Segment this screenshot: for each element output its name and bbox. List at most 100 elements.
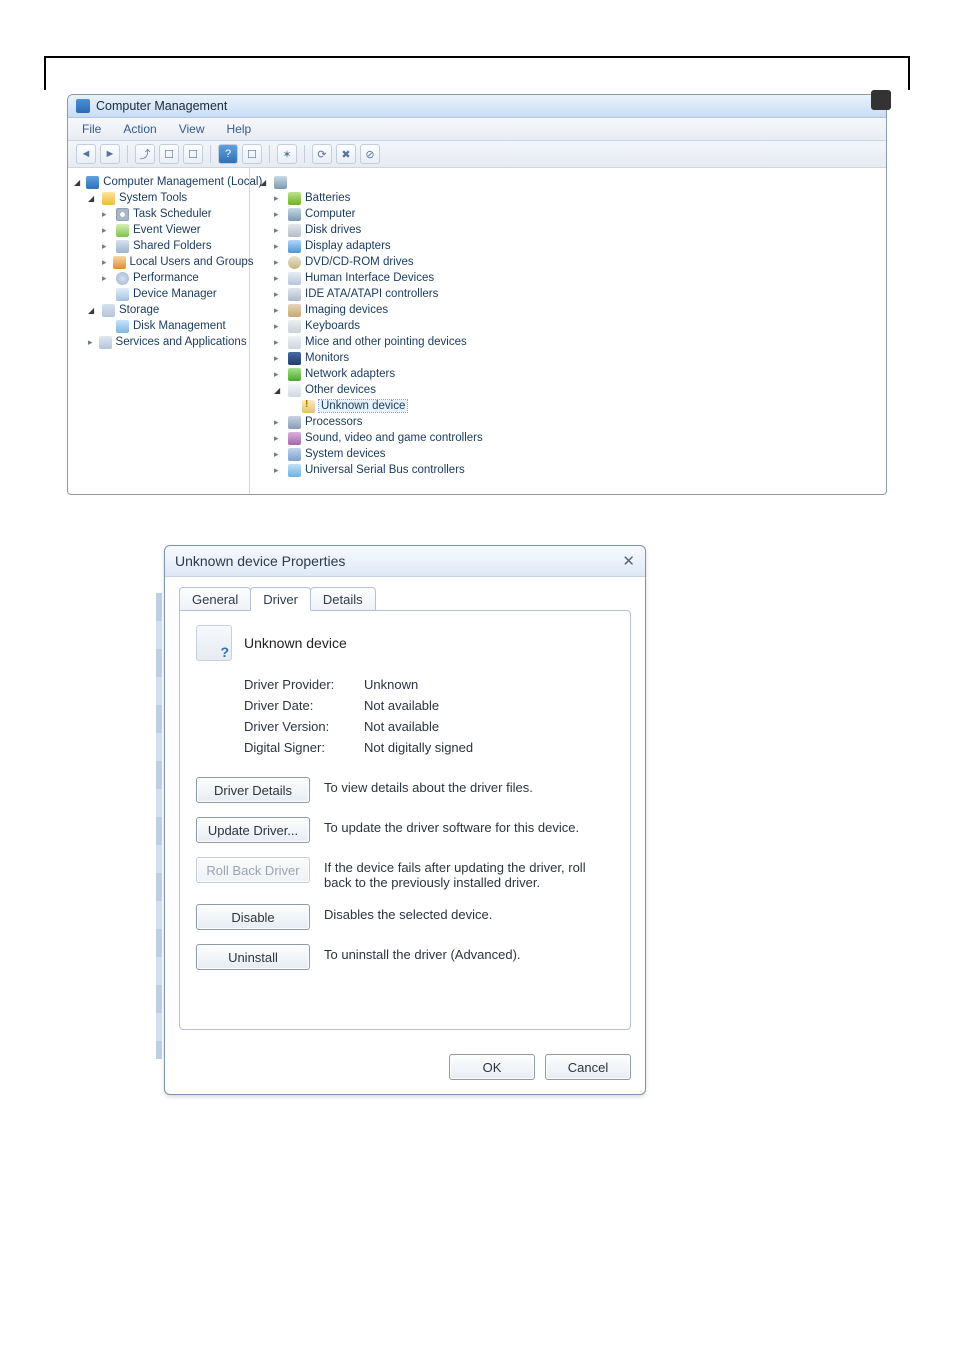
- cm-left-tree[interactable]: Computer Management (Local) System Tools…: [68, 168, 250, 494]
- help-button[interactable]: ?: [218, 144, 238, 164]
- tree-device-manager[interactable]: Device Manager: [102, 286, 245, 302]
- device-label: Computer: [305, 208, 356, 220]
- cancel-button[interactable]: Cancel: [545, 1054, 631, 1080]
- device-network[interactable]: Network adapters: [274, 366, 880, 382]
- network-icon: [288, 368, 301, 381]
- cm-device-tree[interactable]: Batteries Computer Disk drives Display a…: [250, 168, 886, 494]
- device-label: DVD/CD-ROM drives: [305, 256, 414, 268]
- uninstall-device-button[interactable]: Uninstall: [196, 944, 310, 970]
- device-batteries[interactable]: Batteries: [274, 190, 880, 206]
- device-monitors[interactable]: Monitors: [274, 350, 880, 366]
- device-root[interactable]: [260, 174, 880, 190]
- menu-file[interactable]: File: [78, 121, 105, 137]
- folder-icon: [102, 192, 115, 205]
- disable-button[interactable]: ⊘: [360, 144, 380, 164]
- device-label: Monitors: [305, 352, 349, 364]
- update-driver-button[interactable]: Update Driver...: [196, 817, 310, 843]
- device-hid[interactable]: Human Interface Devices: [274, 270, 880, 286]
- device-label: Other devices: [305, 384, 376, 396]
- hid-icon: [288, 272, 301, 285]
- close-icon[interactable]: ✕: [622, 552, 635, 570]
- storage-icon: [102, 304, 115, 317]
- disk-icon: [116, 320, 129, 333]
- scan-button[interactable]: ✶: [277, 144, 297, 164]
- device-processors[interactable]: Processors: [274, 414, 880, 430]
- unknown-device-icon: [302, 400, 315, 413]
- tree-local-users[interactable]: Local Users and Groups: [102, 254, 245, 270]
- tab-content-driver: Unknown device Driver Provider: Unknown …: [179, 610, 631, 1030]
- device-system[interactable]: System devices: [274, 446, 880, 462]
- device-label: IDE ATA/ATAPI controllers: [305, 288, 438, 300]
- cm-menubar: File Action View Help: [68, 118, 886, 141]
- event-icon: [116, 224, 129, 237]
- console-icon: [86, 176, 99, 189]
- tree-shared-folders[interactable]: Shared Folders: [102, 238, 245, 254]
- tree-event-viewer[interactable]: Event Viewer: [102, 222, 245, 238]
- monitor-icon: [288, 352, 301, 365]
- dlg-title: Unknown device Properties: [175, 553, 345, 569]
- menu-view[interactable]: View: [175, 121, 209, 137]
- uninstall-device-desc: To uninstall the driver (Advanced).: [324, 944, 614, 962]
- tree-system-tools[interactable]: System Tools: [88, 190, 245, 206]
- back-button[interactable]: ◄: [76, 144, 96, 164]
- tab-row: General Driver Details: [179, 587, 631, 611]
- tab-driver[interactable]: Driver: [250, 587, 311, 611]
- tree-item-label: Event Viewer: [133, 224, 201, 236]
- tree-disk-management[interactable]: Disk Management: [102, 318, 245, 334]
- refresh-button[interactable]: ☐: [242, 144, 262, 164]
- digital-signer-label: Digital Signer:: [244, 740, 364, 755]
- cm-titlebar[interactable]: Computer Management: [68, 95, 886, 118]
- device-usb[interactable]: Universal Serial Bus controllers: [274, 462, 880, 478]
- tree-services[interactable]: Services and Applications: [88, 334, 245, 350]
- imaging-icon: [288, 304, 301, 317]
- menu-help[interactable]: Help: [223, 121, 256, 137]
- device-sound[interactable]: Sound, video and game controllers: [274, 430, 880, 446]
- tree-performance[interactable]: Performance: [102, 270, 245, 286]
- device-keyboards[interactable]: Keyboards: [274, 318, 880, 334]
- ide-icon: [288, 288, 301, 301]
- device-icon: [196, 625, 232, 661]
- dlg-footer: OK Cancel: [165, 1044, 645, 1094]
- disable-device-button[interactable]: Disable: [196, 904, 310, 930]
- device-imaging[interactable]: Imaging devices: [274, 302, 880, 318]
- device-display-adapters[interactable]: Display adapters: [274, 238, 880, 254]
- performance-icon: [116, 272, 129, 285]
- forward-button[interactable]: ►: [100, 144, 120, 164]
- users-icon: [113, 256, 126, 269]
- driver-details-desc: To view details about the driver files.: [324, 777, 614, 795]
- tree-item-label: System Tools: [119, 192, 187, 204]
- driver-version-value: Not available: [364, 719, 439, 734]
- up-button[interactable]: ⤴: [135, 144, 155, 164]
- ok-button[interactable]: OK: [449, 1054, 535, 1080]
- driver-provider-value: Unknown: [364, 677, 418, 692]
- dvd-icon: [288, 256, 301, 269]
- device-mice[interactable]: Mice and other pointing devices: [274, 334, 880, 350]
- sound-icon: [288, 432, 301, 445]
- menu-action[interactable]: Action: [119, 121, 160, 137]
- device-other[interactable]: Other devices: [274, 382, 880, 398]
- tree-task-scheduler[interactable]: Task Scheduler: [102, 206, 245, 222]
- device-dvd[interactable]: DVD/CD-ROM drives: [274, 254, 880, 270]
- device-ide[interactable]: IDE ATA/ATAPI controllers: [274, 286, 880, 302]
- device-label: Disk drives: [305, 224, 361, 236]
- tree-storage[interactable]: Storage: [88, 302, 245, 318]
- device-name: Unknown device: [244, 635, 347, 651]
- device-label: Processors: [305, 416, 363, 428]
- tab-details[interactable]: Details: [310, 587, 376, 611]
- show-hide-button[interactable]: ☐: [159, 144, 179, 164]
- digital-signer-value: Not digitally signed: [364, 740, 473, 755]
- tab-general[interactable]: General: [179, 587, 251, 611]
- device-unknown[interactable]: Unknown device: [288, 398, 880, 414]
- properties-button[interactable]: ☐: [183, 144, 203, 164]
- driver-date-value: Not available: [364, 698, 439, 713]
- uninstall-button[interactable]: ✖: [336, 144, 356, 164]
- device-computer[interactable]: Computer: [274, 206, 880, 222]
- update-driver-button[interactable]: ⟳: [312, 144, 332, 164]
- computer-icon: [288, 208, 301, 221]
- dlg-titlebar[interactable]: Unknown device Properties ✕: [165, 546, 645, 577]
- tree-root[interactable]: Computer Management (Local): [74, 174, 245, 190]
- device-label: Display adapters: [305, 240, 391, 252]
- driver-details-button[interactable]: Driver Details: [196, 777, 310, 803]
- device-disk-drives[interactable]: Disk drives: [274, 222, 880, 238]
- tree-item-label: Task Scheduler: [133, 208, 212, 220]
